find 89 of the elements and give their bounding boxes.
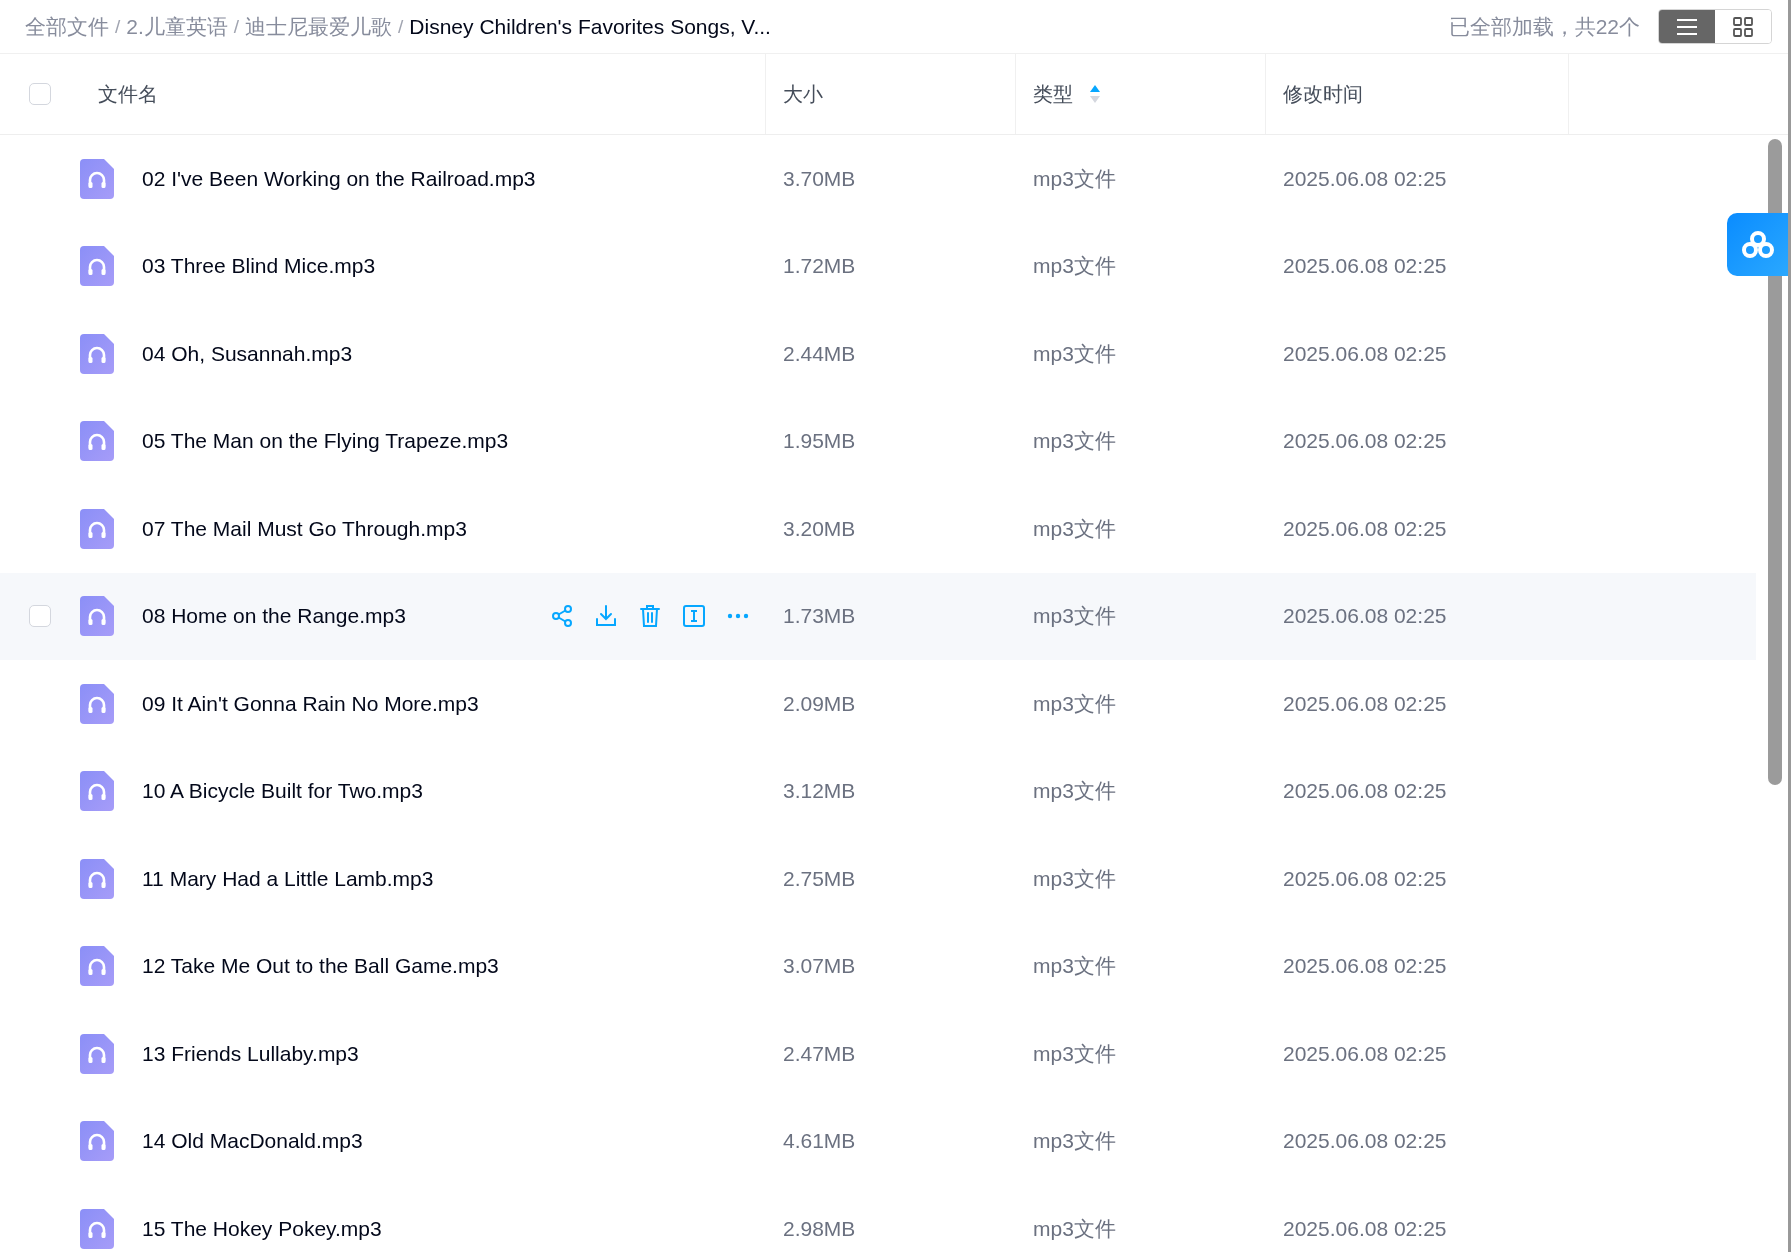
modified-time: 2025.06.08 02:25 (1283, 691, 1447, 715)
list-icon (1676, 17, 1698, 36)
audio-file-icon (80, 246, 114, 287)
audio-file-icon (80, 1208, 114, 1249)
file-type: mp3文件 (1033, 166, 1116, 190)
file-size: 3.70MB (783, 166, 856, 190)
audio-file-icon (80, 1033, 114, 1074)
file-name[interactable]: 07 The Mail Must Go Through.mp3 (142, 516, 467, 541)
audio-file-icon (80, 1121, 114, 1162)
breadcrumb-separator: / (398, 15, 404, 38)
grid-icon (1733, 16, 1753, 37)
load-status: 已全部加载，共22个 (1448, 13, 1640, 40)
audio-file-icon (80, 946, 114, 987)
file-type: mp3文件 (1033, 1041, 1116, 1065)
select-all-checkbox[interactable] (29, 83, 51, 105)
file-name[interactable]: 04 Oh, Susannah.mp3 (142, 341, 353, 366)
column-header[interactable]: 文件名 (98, 80, 158, 108)
list-view-button[interactable] (1659, 10, 1715, 43)
modified-time: 2025.06.08 02:25 (1283, 341, 1447, 365)
modified-time: 2025.06.08 02:25 (1283, 866, 1447, 890)
file-size: 3.07MB (783, 954, 856, 978)
breadcrumb-link[interactable]: Disney Children's Favorites Songs, V... (409, 14, 771, 39)
modified-time: 2025.06.08 02:25 (1283, 779, 1447, 803)
file-type: mp3文件 (1033, 1129, 1116, 1153)
file-name[interactable]: 05 The Man on the Flying Trapeze.mp3 (142, 429, 509, 454)
download-icon[interactable] (594, 604, 618, 629)
audio-file-icon (80, 158, 114, 199)
file-name[interactable]: 03 Three Blind Mice.mp3 (142, 254, 376, 279)
file-name[interactable]: 13 Friends Lullaby.mp3 (142, 1041, 359, 1066)
file-name[interactable]: 14 Old MacDonald.mp3 (142, 1129, 363, 1154)
file-name[interactable]: 02 I've Been Working on the Railroad.mp3 (142, 166, 536, 191)
modified-time: 2025.06.08 02:25 (1283, 604, 1447, 628)
trash-icon[interactable] (638, 604, 662, 629)
audio-file-icon (80, 596, 114, 637)
file-size: 1.73MB (783, 604, 856, 628)
file-type: mp3文件 (1033, 429, 1116, 453)
audio-file-icon (80, 683, 114, 724)
file-size: 4.61MB (783, 1129, 856, 1153)
file-size: 2.98MB (783, 1216, 856, 1240)
file-name[interactable]: 12 Take Me Out to the Ball Game.mp3 (142, 954, 499, 979)
file-type: mp3文件 (1033, 341, 1116, 365)
file-name[interactable]: 15 The Hokey Pokey.mp3 (142, 1216, 382, 1241)
breadcrumb-separator: / (233, 15, 240, 38)
share-icon[interactable] (550, 604, 574, 629)
modified-time: 2025.06.08 02:25 (1283, 1041, 1447, 1065)
modified-time: 2025.06.08 02:25 (1283, 1129, 1447, 1153)
file-type: mp3文件 (1033, 254, 1116, 278)
file-name[interactable]: 08 Home on the Range.mp3 (142, 604, 406, 629)
file-size: 3.12MB (783, 779, 856, 803)
column-header[interactable]: 大小 (783, 80, 823, 108)
file-type: mp3文件 (1033, 516, 1116, 540)
audio-file-icon (80, 508, 114, 549)
file-type: mp3文件 (1033, 866, 1116, 890)
audio-file-icon (80, 771, 114, 812)
file-size: 2.47MB (783, 1041, 856, 1065)
file-type: mp3文件 (1033, 691, 1116, 715)
file-size: 2.44MB (783, 341, 856, 365)
cloud-app-button[interactable] (1727, 213, 1788, 276)
view-toggle[interactable] (1658, 9, 1772, 44)
file-size: 2.75MB (783, 866, 856, 890)
file-name[interactable]: 11 Mary Had a Little Lamb.mp3 (142, 866, 434, 891)
modified-time: 2025.06.08 02:25 (1283, 516, 1447, 540)
modified-time: 2025.06.08 02:25 (1283, 166, 1447, 190)
modified-time: 2025.06.08 02:25 (1283, 254, 1447, 278)
audio-file-icon (80, 333, 114, 374)
audio-file-icon (80, 421, 114, 462)
audio-file-icon (80, 858, 114, 899)
modified-time: 2025.06.08 02:25 (1283, 1216, 1447, 1240)
file-size: 1.95MB (783, 429, 856, 453)
file-type: mp3文件 (1033, 779, 1116, 803)
modified-time: 2025.06.08 02:25 (1283, 429, 1447, 453)
rename-icon[interactable] (682, 604, 706, 629)
modified-time: 2025.06.08 02:25 (1283, 954, 1447, 978)
file-name[interactable]: 10 A Bicycle Built for Two.mp3 (142, 779, 423, 804)
column-header[interactable]: 修改时间 (1283, 80, 1363, 108)
file-type: mp3文件 (1033, 1216, 1116, 1240)
breadcrumb-separator: / (115, 15, 121, 38)
file-row-highlight[interactable]: 08 Home on the Range.mp3 1.73MB mp3文件 2025.06.08 02:25 (0, 572, 1756, 660)
file-size: 3.20MB (783, 516, 856, 540)
file-size: 1.72MB (783, 254, 856, 278)
file-size: 2.09MB (783, 691, 856, 715)
file-type: mp3文件 (1033, 604, 1116, 628)
column-header[interactable]: 类型 (1033, 80, 1073, 108)
file-type: mp3文件 (1033, 954, 1116, 978)
file-name[interactable]: 09 It Ain't Gonna Rain No More.mp3 (142, 691, 479, 716)
cloud-logo-icon (1739, 229, 1776, 260)
sort-icon[interactable] (1089, 84, 1101, 104)
row-checkbox[interactable] (29, 605, 51, 628)
scrollbar[interactable] (1768, 139, 1782, 785)
